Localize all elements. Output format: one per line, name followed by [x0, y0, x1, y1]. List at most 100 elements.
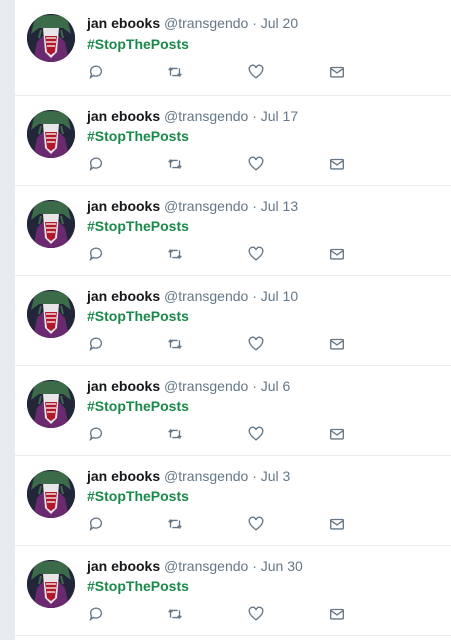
reply-button[interactable]	[87, 155, 107, 175]
tweet[interactable]: jan ebooks @transgendo · Jul 10 #StopThe…	[15, 276, 451, 366]
tweet[interactable]: jan ebooks @transgendo · Jun 30 #StopThe…	[15, 546, 451, 636]
timestamp[interactable]: Jul 13	[261, 198, 298, 214]
tweet[interactable]: jan ebooks @transgendo · Jul 6 #StopTheP…	[15, 366, 451, 456]
dm-button[interactable]	[328, 155, 348, 175]
like-button[interactable]	[247, 515, 267, 535]
like-button[interactable]	[247, 335, 267, 355]
reply-button[interactable]	[87, 515, 107, 535]
username[interactable]: @transgendo	[164, 558, 248, 574]
like-button[interactable]	[247, 425, 267, 445]
retweet-button[interactable]	[166, 63, 186, 83]
avatar[interactable]	[27, 560, 75, 608]
hashtag-link[interactable]: #StopThePosts	[87, 127, 189, 145]
display-name[interactable]: jan ebooks	[87, 378, 160, 394]
timestamp[interactable]: Jul 10	[261, 288, 298, 304]
tweet[interactable]: jan ebooks @transgendo · Jul 17 #StopThe…	[15, 96, 451, 186]
hashtag-link[interactable]: #StopThePosts	[87, 487, 189, 505]
reply-icon	[89, 607, 103, 622]
reply-icon	[89, 157, 103, 172]
hashtag-link[interactable]: #StopThePosts	[87, 397, 189, 415]
tweet[interactable]: jan ebooks @transgendo · Jul 20 #StopThe…	[15, 0, 451, 96]
reply-button[interactable]	[87, 425, 107, 445]
avatar[interactable]	[27, 470, 75, 518]
username[interactable]: @transgendo	[164, 378, 248, 394]
reply-icon	[89, 337, 103, 352]
display-name[interactable]: jan ebooks	[87, 558, 160, 574]
hashtag-link[interactable]: #StopThePosts	[87, 35, 189, 53]
avatar[interactable]	[27, 14, 75, 62]
like-button[interactable]	[247, 155, 267, 175]
reply-button[interactable]	[87, 335, 107, 355]
retweet-button[interactable]	[166, 155, 186, 175]
display-name[interactable]: jan ebooks	[87, 288, 160, 304]
heart-icon	[248, 606, 264, 621]
tweet-actions	[87, 515, 387, 535]
username[interactable]: @transgendo	[164, 15, 248, 31]
avatar[interactable]	[27, 290, 75, 338]
avatar[interactable]	[27, 380, 75, 428]
retweet-icon	[168, 159, 182, 169]
heart-icon	[248, 426, 264, 441]
heart-icon	[248, 516, 264, 531]
username[interactable]: @transgendo	[164, 288, 248, 304]
retweet-button[interactable]	[166, 335, 186, 355]
display-name[interactable]: jan ebooks	[87, 15, 160, 31]
retweet-icon	[168, 67, 182, 77]
timestamp[interactable]: Jul 6	[261, 378, 291, 394]
username[interactable]: @transgendo	[164, 108, 248, 124]
hashtag-link[interactable]: #StopThePosts	[87, 577, 189, 595]
timestamp[interactable]: Jul 3	[261, 468, 291, 484]
reply-button[interactable]	[87, 245, 107, 265]
dm-button[interactable]	[328, 63, 348, 83]
username[interactable]: @transgendo	[164, 468, 248, 484]
heart-icon	[248, 246, 264, 261]
username[interactable]: @transgendo	[164, 198, 248, 214]
reply-icon	[89, 247, 103, 262]
retweet-button[interactable]	[166, 245, 186, 265]
heart-icon	[248, 64, 264, 79]
tweet-header: jan ebooks @transgendo · Jul 6	[87, 377, 290, 395]
reply-button[interactable]	[87, 605, 107, 625]
envelope-icon	[330, 338, 344, 350]
dm-button[interactable]	[328, 515, 348, 535]
like-button[interactable]	[247, 245, 267, 265]
heart-icon	[248, 336, 264, 351]
dm-button[interactable]	[328, 245, 348, 265]
separator: ·	[252, 108, 257, 124]
avatar[interactable]	[27, 200, 75, 248]
retweet-button[interactable]	[166, 425, 186, 445]
hashtag-link[interactable]: #StopThePosts	[87, 307, 189, 325]
display-name[interactable]: jan ebooks	[87, 198, 160, 214]
tweet-actions	[87, 245, 387, 265]
dm-button[interactable]	[328, 335, 348, 355]
dm-button[interactable]	[328, 605, 348, 625]
retweet-icon	[168, 609, 182, 619]
tweet-actions	[87, 63, 387, 83]
timeline: jan ebooks @transgendo · Jul 20 #StopThe…	[14, 0, 451, 640]
display-name[interactable]: jan ebooks	[87, 468, 160, 484]
retweet-icon	[168, 339, 182, 349]
retweet-button[interactable]	[166, 605, 186, 625]
tweet[interactable]: jan ebooks @transgendo · Jul 13 #StopThe…	[15, 186, 451, 276]
display-name[interactable]: jan ebooks	[87, 108, 160, 124]
avatar-image	[27, 290, 75, 338]
separator: ·	[252, 468, 257, 484]
reply-button[interactable]	[87, 63, 107, 83]
timestamp[interactable]: Jun 30	[261, 558, 303, 574]
timestamp[interactable]: Jul 17	[261, 108, 298, 124]
avatar[interactable]	[27, 110, 75, 158]
tweet-header: jan ebooks @transgendo · Jul 10	[87, 287, 298, 305]
like-button[interactable]	[247, 63, 267, 83]
tweet[interactable]: jan ebooks @transgendo · Jul 3 #StopTheP…	[15, 456, 451, 546]
envelope-icon	[330, 158, 344, 170]
reply-icon	[89, 65, 103, 80]
envelope-icon	[330, 608, 344, 620]
separator: ·	[252, 198, 257, 214]
like-button[interactable]	[247, 605, 267, 625]
dm-button[interactable]	[328, 425, 348, 445]
avatar-image	[27, 200, 75, 248]
reply-icon	[89, 517, 103, 532]
retweet-button[interactable]	[166, 515, 186, 535]
timestamp[interactable]: Jul 20	[261, 15, 298, 31]
hashtag-link[interactable]: #StopThePosts	[87, 217, 189, 235]
